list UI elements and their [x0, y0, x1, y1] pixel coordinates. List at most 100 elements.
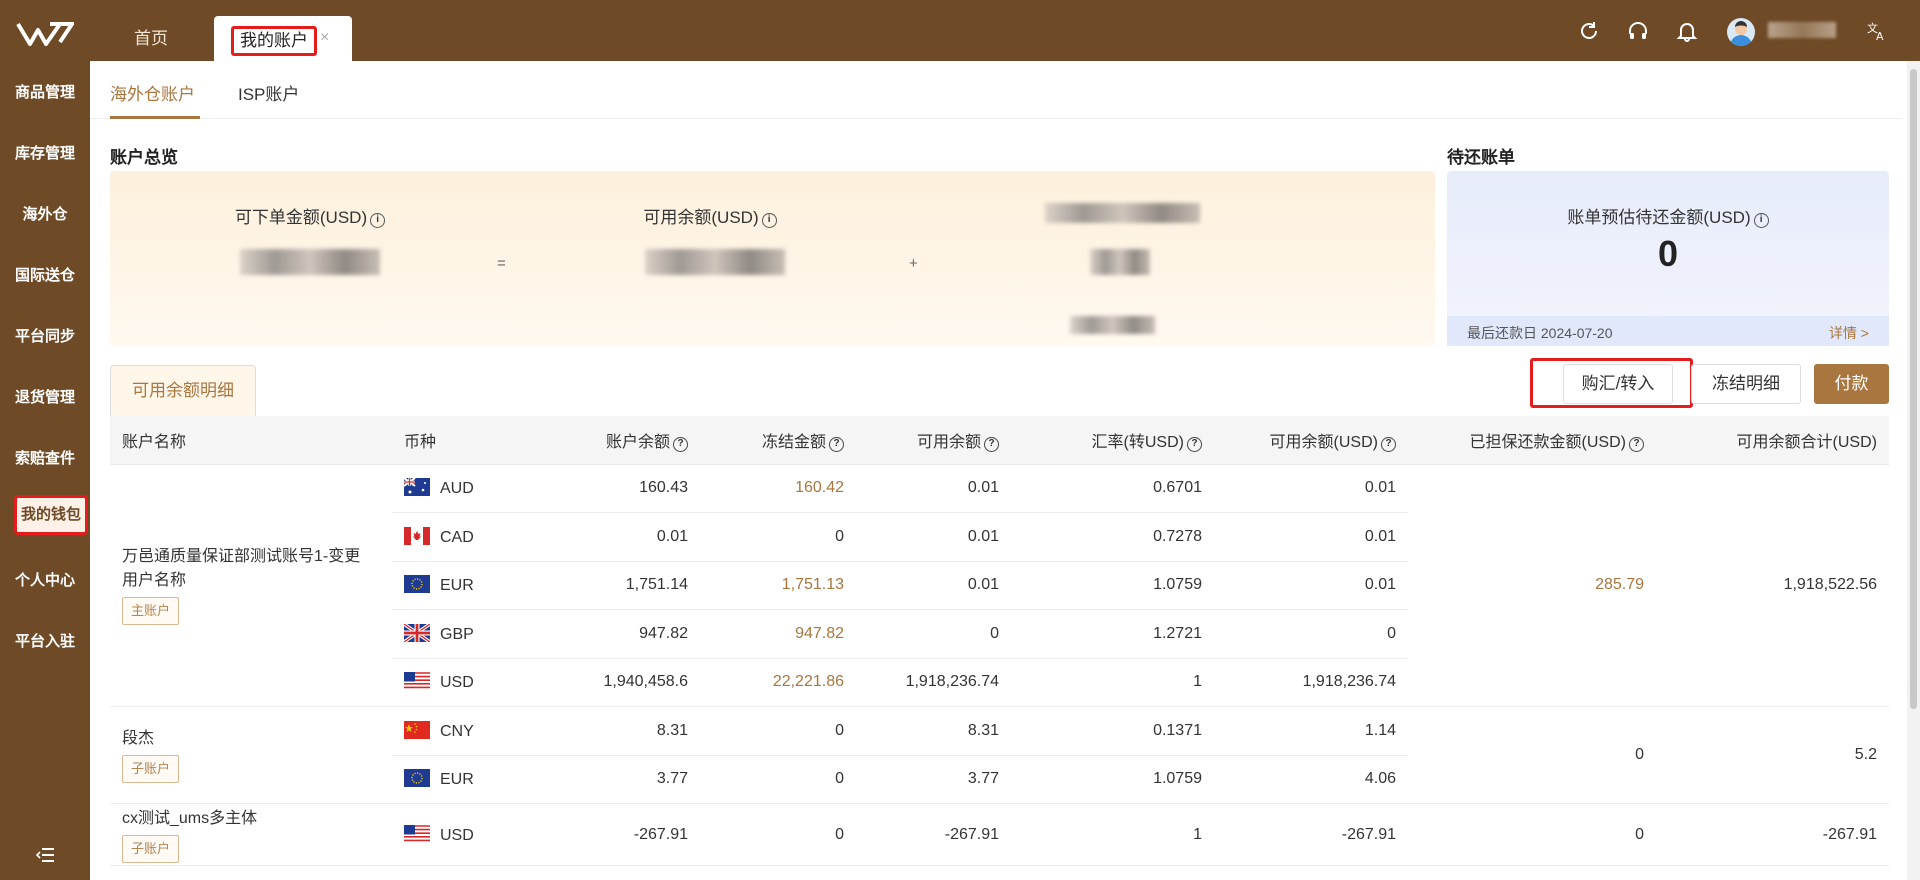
sidebar-item-personal-center[interactable]: 个人中心 [0, 569, 90, 590]
close-icon[interactable]: × [320, 29, 329, 47]
overview-title: 账户总览 [110, 148, 178, 167]
available-total: 1,918,522.56 [1656, 464, 1889, 707]
help-icon[interactable]: ? [1187, 436, 1202, 452]
pay-button[interactable]: 付款 [1814, 364, 1889, 404]
guaranteed-repayment: 0 [1408, 706, 1656, 804]
available-usd: 0.01 [1214, 512, 1408, 562]
table-header-row: 账户名称 币种 账户余额? 冻结金额? 可用余额? 汇率(转USD)? 可用余额… [110, 416, 1889, 465]
col-guaranteed-repayment: 已担保还款金额(USD) [1469, 433, 1626, 451]
sidebar-item-platform-sync[interactable]: 平台同步 [0, 325, 90, 346]
account-cell: 段杰 子账户 [110, 706, 392, 804]
sidebar-item-platform-onboarding[interactable]: 平台入驻 [0, 630, 90, 651]
sidebar-item-claims[interactable]: 索赔查件 [0, 447, 90, 468]
available-usd: 0.01 [1214, 561, 1408, 610]
exchange-rate: 0.6701 [1011, 464, 1214, 513]
main-content: 海外仓账户 ISP账户 账户总览 待还账单 可下单金额(USD) i = 可用余额… [90, 61, 1920, 880]
help-icon[interactable]: ? [1629, 436, 1644, 452]
exchange-rate: 1.0759 [1011, 755, 1214, 804]
frozen-amount[interactable]: 0 [700, 706, 856, 756]
exchange-rate: 0.1371 [1011, 706, 1214, 756]
sidebar-item-returns[interactable]: 退货管理 [0, 386, 90, 407]
help-icon[interactable]: ? [1381, 436, 1396, 452]
gb-flag-icon [404, 623, 440, 643]
due-date-bar: 最后还款日 2024-07-20 详情 > [1447, 316, 1889, 346]
col-currency: 币种 [392, 416, 545, 465]
username[interactable] [1768, 22, 1836, 38]
currency-cell: AUD [392, 464, 545, 513]
currency-code: GBP [440, 625, 474, 643]
available-balance: 0.01 [856, 512, 1011, 562]
frozen-amount[interactable]: 0 [700, 803, 856, 866]
tab-my-account-label[interactable]: 我的账户 [231, 26, 317, 56]
guaranteed-repayment: 0 [1408, 803, 1656, 866]
available-balance: 1,918,236.74 [856, 658, 1011, 707]
sidebar-item-international-delivery[interactable]: 国际送仓 [0, 264, 90, 285]
col-account-name: 账户名称 [110, 416, 392, 465]
guaranteed-repayment: 285.79 [1408, 464, 1656, 707]
frozen-amount[interactable]: 0 [700, 755, 856, 804]
frozen-amount[interactable]: 947.82 [700, 609, 856, 659]
help-icon[interactable]: ? [673, 436, 688, 452]
pending-bill-card: 账单预估待还金额(USD) i 0 最后还款日 2024-07-20 详情 > [1447, 171, 1889, 346]
scrollbar[interactable] [1907, 61, 1920, 880]
available-usd: 1,918,236.74 [1214, 658, 1408, 707]
svg-text:A: A [1876, 30, 1884, 42]
col-available-total: 可用余额合计(USD) [1656, 416, 1889, 465]
sidebar-item-my-wallet[interactable]: 我的钱包 [14, 495, 88, 535]
help-icon[interactable]: ? [829, 436, 844, 452]
available-balance: 0.01 [856, 561, 1011, 610]
headset-icon[interactable] [1627, 20, 1649, 42]
eu-flag-icon [404, 769, 440, 788]
frozen-detail-button[interactable]: 冻结明细 [1691, 364, 1801, 404]
account-balance: 3.77 [545, 755, 700, 804]
menu-collapse-icon[interactable] [36, 847, 54, 863]
bill-detail-link[interactable]: 详情 > [1829, 323, 1869, 343]
frozen-amount[interactable]: 0 [700, 512, 856, 562]
currency-code: EUR [440, 577, 474, 595]
currency-code: AUD [440, 480, 474, 498]
exchange-transfer-button[interactable]: 购汇/转入 [1563, 364, 1673, 404]
tab-isp-account[interactable]: ISP账户 [238, 80, 299, 105]
account-type-tag: 主账户 [122, 597, 180, 626]
currency-cell: CNY [392, 706, 545, 756]
bell-icon[interactable] [1676, 20, 1698, 42]
col-available-usd: 可用余额(USD) [1269, 433, 1378, 451]
tab-home[interactable]: 首页 [134, 24, 168, 49]
account-cell: cx测试_ums多主体 子账户 [110, 803, 392, 866]
currency-cell: EUR [392, 561, 545, 610]
tab-my-account[interactable]: 我的账户 × [214, 16, 352, 61]
tab-overseas-account[interactable]: 海外仓账户 [110, 80, 195, 105]
sidebar-item-products[interactable]: 商品管理 [0, 81, 90, 102]
currency-code: USD [440, 674, 474, 692]
account-name: 万邑通质量保证部测试账号1-变更用户名称 [122, 548, 361, 590]
credit-detail-blurred [1070, 316, 1155, 334]
balance-table: 账户名称 币种 账户余额? 冻结金额? 可用余额? 汇率(转USD)? 可用余额… [110, 416, 1889, 866]
tab-available-balance-detail[interactable]: 可用余额明细 [110, 365, 256, 416]
account-name: 段杰 [122, 730, 155, 747]
info-icon[interactable]: i [370, 213, 386, 228]
avatar[interactable] [1727, 18, 1755, 46]
orderable-amount-label: 可下单金额(USD) [234, 208, 368, 227]
ca-flag-icon [404, 526, 440, 546]
available-balance-value [645, 249, 785, 275]
sidebar-item-inventory[interactable]: 库存管理 [0, 142, 90, 163]
translate-icon[interactable]: 文A [1866, 20, 1888, 42]
active-tab-indicator [110, 116, 200, 119]
overview-card: 可下单金额(USD) i = 可用余额(USD) i + [110, 171, 1435, 346]
frozen-amount[interactable]: 160.42 [700, 464, 856, 513]
exchange-rate: 1.0759 [1011, 561, 1214, 610]
available-usd: -267.91 [1214, 803, 1408, 866]
table-body: 万邑通质量保证部测试账号1-变更用户名称 主账户 AUD 160.43 160.42 0.… [110, 464, 1889, 866]
frozen-amount[interactable]: 1,751.13 [700, 561, 856, 610]
frozen-amount[interactable]: 22,221.86 [700, 658, 856, 707]
col-account-balance: 账户余额 [605, 433, 670, 451]
scrollbar-thumb[interactable] [1910, 69, 1917, 709]
due-date: 最后还款日 2024-07-20 [1467, 325, 1613, 341]
info-icon[interactable]: i [1753, 213, 1769, 228]
info-icon[interactable]: i [761, 213, 777, 228]
refresh-icon[interactable] [1578, 20, 1600, 42]
exchange-rate: 1 [1011, 658, 1214, 707]
help-icon[interactable]: ? [984, 436, 999, 452]
available-usd: 0 [1214, 609, 1408, 659]
sidebar-item-overseas-warehouse[interactable]: 海外仓 [0, 203, 90, 224]
